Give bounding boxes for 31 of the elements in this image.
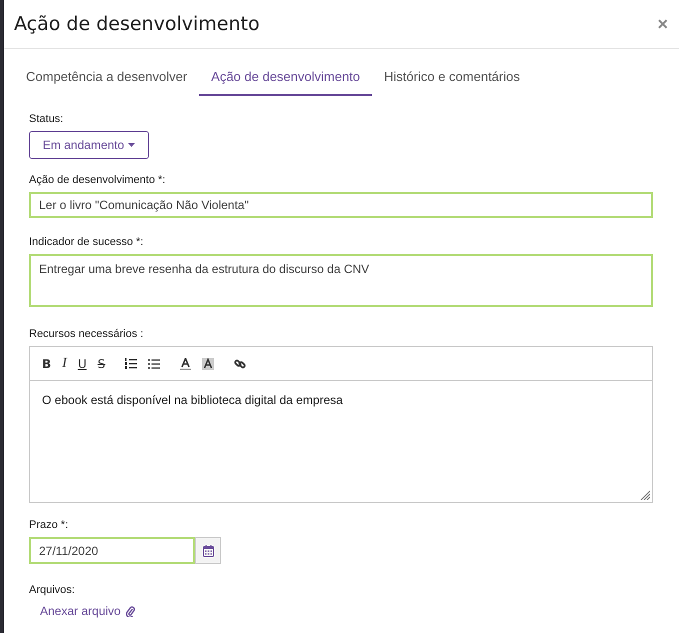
input-field[interactable]: Ler o livro "Comunicação Não Violenta" [29,192,653,218]
bold-button[interactable]: B [42,356,52,370]
resize-handle-icon[interactable] [640,490,650,500]
link-icon[interactable] [234,358,246,370]
paperclip-icon [126,606,135,616]
bullet-list-icon[interactable] [148,358,160,368]
text-area[interactable]: Entregar uma breve resenha da estrutura do discurso da CNV [29,254,653,307]
tab[interactable]: Ação de desenvolvimento [199,60,372,96]
field-label: Status: [29,113,64,125]
highlight-icon[interactable] [202,358,214,370]
field-label: Recursos necessários : [29,328,144,340]
text-color-icon[interactable] [180,358,192,370]
numbered-list-icon[interactable] [125,358,138,369]
underline-button[interactable]: U [78,356,87,370]
tab[interactable]: Competência a desenvolver [14,60,200,96]
caret-icon [128,143,136,147]
calendar-icon [202,544,214,556]
calendar-button[interactable] [195,537,221,564]
close-button[interactable]: × [657,15,668,33]
field-label: Ação de desenvolvimento *: [29,174,166,186]
date-field[interactable]: 27/11/2020 [29,537,195,564]
field-label: Arquivos: [29,584,75,596]
tab[interactable]: Histórico e comentários [372,60,532,96]
field-label: Indicador de sucesso *: [29,236,144,248]
italic-button[interactable]: I [62,356,67,372]
attach-file-link[interactable]: Anexar arquivo [40,604,121,618]
strikethrough-button[interactable]: S [98,356,106,370]
editor-text[interactable]: O ebook está disponível na biblioteca digital da empresa [42,393,343,407]
field-label: Prazo *: [29,519,68,531]
modal-title: Ação de desenvolvimento [14,13,260,35]
status-dropdown[interactable]: Em andamento [29,131,149,159]
